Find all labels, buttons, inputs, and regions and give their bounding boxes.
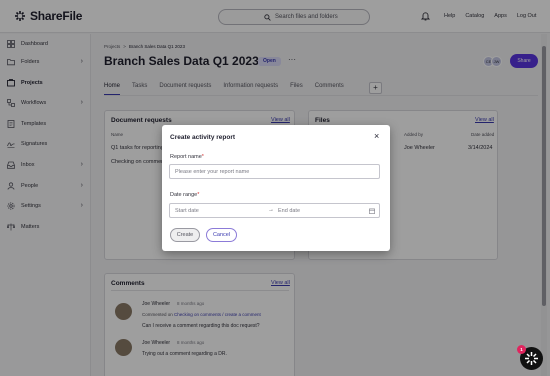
date-range-label: Date range* bbox=[170, 192, 199, 198]
report-name-label: Report name* bbox=[170, 154, 204, 160]
range-arrow-icon: → bbox=[268, 207, 274, 213]
app-window: ShareFile Search files and folders Help … bbox=[0, 0, 550, 376]
create-activity-report-dialog: Create activity report × Report name* Pl… bbox=[162, 125, 390, 251]
end-date-placeholder[interactable]: End date bbox=[278, 208, 300, 214]
calendar-icon[interactable] bbox=[369, 208, 375, 214]
report-name-label-text: Report name bbox=[170, 154, 202, 160]
report-name-input[interactable]: Please enter your report name bbox=[169, 164, 380, 179]
create-button[interactable]: Create bbox=[170, 228, 200, 242]
date-range-label-text: Date range bbox=[170, 192, 198, 198]
report-name-placeholder: Please enter your report name bbox=[175, 169, 250, 175]
start-date-placeholder[interactable]: Start date bbox=[175, 208, 199, 214]
notification-badge: 1 bbox=[517, 345, 526, 354]
cancel-button[interactable]: Cancel bbox=[206, 228, 237, 242]
date-range-picker[interactable]: Start date → End date bbox=[169, 203, 380, 218]
dialog-title: Create activity report bbox=[170, 134, 236, 141]
required-mark: * bbox=[197, 192, 200, 198]
required-mark: * bbox=[201, 154, 204, 160]
close-icon[interactable]: × bbox=[374, 131, 379, 141]
